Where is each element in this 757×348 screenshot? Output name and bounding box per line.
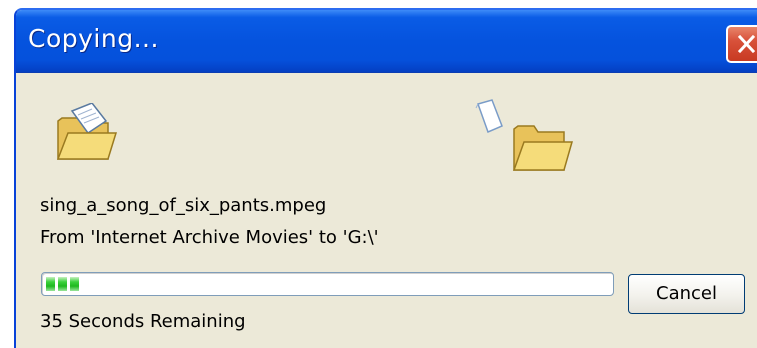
destination-folder-icon	[512, 125, 573, 171]
progress-bar	[41, 272, 614, 296]
progress-chunk	[70, 277, 79, 291]
file-name: sing_a_song_of_six_pants.mpeg	[40, 195, 327, 216]
close-button[interactable]	[726, 25, 757, 63]
source-folder-icon	[56, 103, 118, 160]
dialog-title: Copying...	[28, 24, 159, 53]
close-icon	[738, 35, 755, 53]
progress-chunk	[58, 277, 67, 291]
title-bar[interactable]: Copying...	[16, 10, 757, 73]
cancel-button[interactable]: Cancel	[628, 274, 745, 314]
progress-fill	[46, 277, 79, 291]
time-remaining: 35 Seconds Remaining	[40, 311, 246, 332]
copy-dialog: Copying... sing_a_song_of_six_pants.mpeg…	[14, 8, 757, 348]
progress-chunk	[46, 277, 55, 291]
copy-route: From 'Internet Archive Movies' to 'G:\'	[40, 227, 379, 248]
document-icon	[475, 99, 503, 134]
